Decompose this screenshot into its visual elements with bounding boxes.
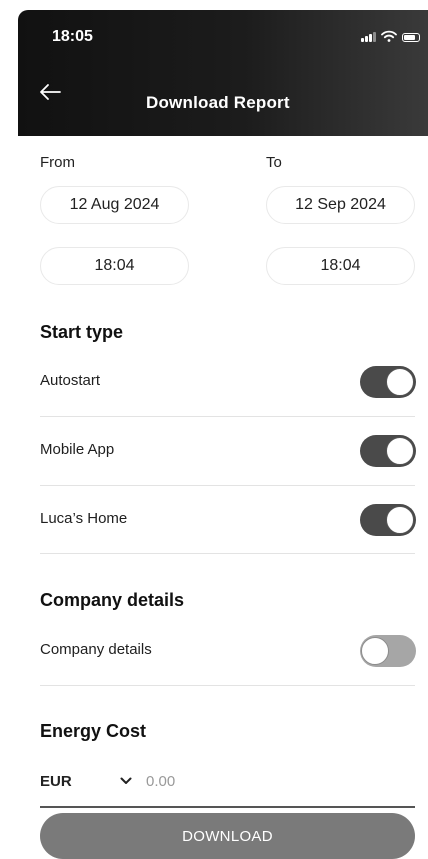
divider [40,685,415,686]
toggle-knob [386,368,414,396]
company-details-label: Company details [40,641,152,658]
signal-icon [361,32,376,42]
divider [40,416,415,417]
toggle-knob [386,506,414,534]
app-header: 18:05 Download Report [18,10,428,136]
download-button[interactable]: DOWNLOAD [40,813,415,859]
energy-cost-input[interactable]: 0.00 [146,773,175,790]
input-underline [40,806,415,808]
from-time-value: 18:04 [94,257,135,274]
divider [40,553,415,554]
lucas-home-toggle[interactable] [360,504,416,536]
start-type-title: Start type [40,322,124,342]
chevron-down-icon[interactable] [120,776,132,786]
energy-cost-title: Energy Cost [40,721,147,741]
wifi-icon [381,30,397,42]
to-date-value: 12 Sep 2024 [295,196,386,213]
from-label: From [40,154,75,171]
from-time-field[interactable]: 18:04 [40,247,189,285]
to-date-field[interactable]: 12 Sep 2024 [266,186,415,224]
page-title: Download Report [146,93,290,112]
to-time-field[interactable]: 18:04 [266,247,415,285]
toggle-knob [386,437,414,465]
mobile-app-toggle[interactable] [360,435,416,467]
battery-icon [402,33,420,42]
divider [40,485,415,486]
company-details-toggle[interactable] [360,635,416,667]
from-date-value: 12 Aug 2024 [69,196,160,213]
toggle-knob [361,637,389,665]
back-arrow-icon[interactable] [38,82,62,102]
status-icons [361,30,420,42]
company-details-title: Company details [40,590,185,610]
from-date-field[interactable]: 12 Aug 2024 [40,186,189,224]
status-time: 18:05 [52,28,93,45]
currency-select[interactable]: EUR [40,773,72,790]
lucas-home-label: Luca’s Home [40,510,128,527]
autostart-toggle[interactable] [360,366,416,398]
to-label: To [266,154,282,171]
mobile-app-label: Mobile App [40,441,115,458]
autostart-label: Autostart [40,372,101,389]
to-time-value: 18:04 [320,257,361,274]
